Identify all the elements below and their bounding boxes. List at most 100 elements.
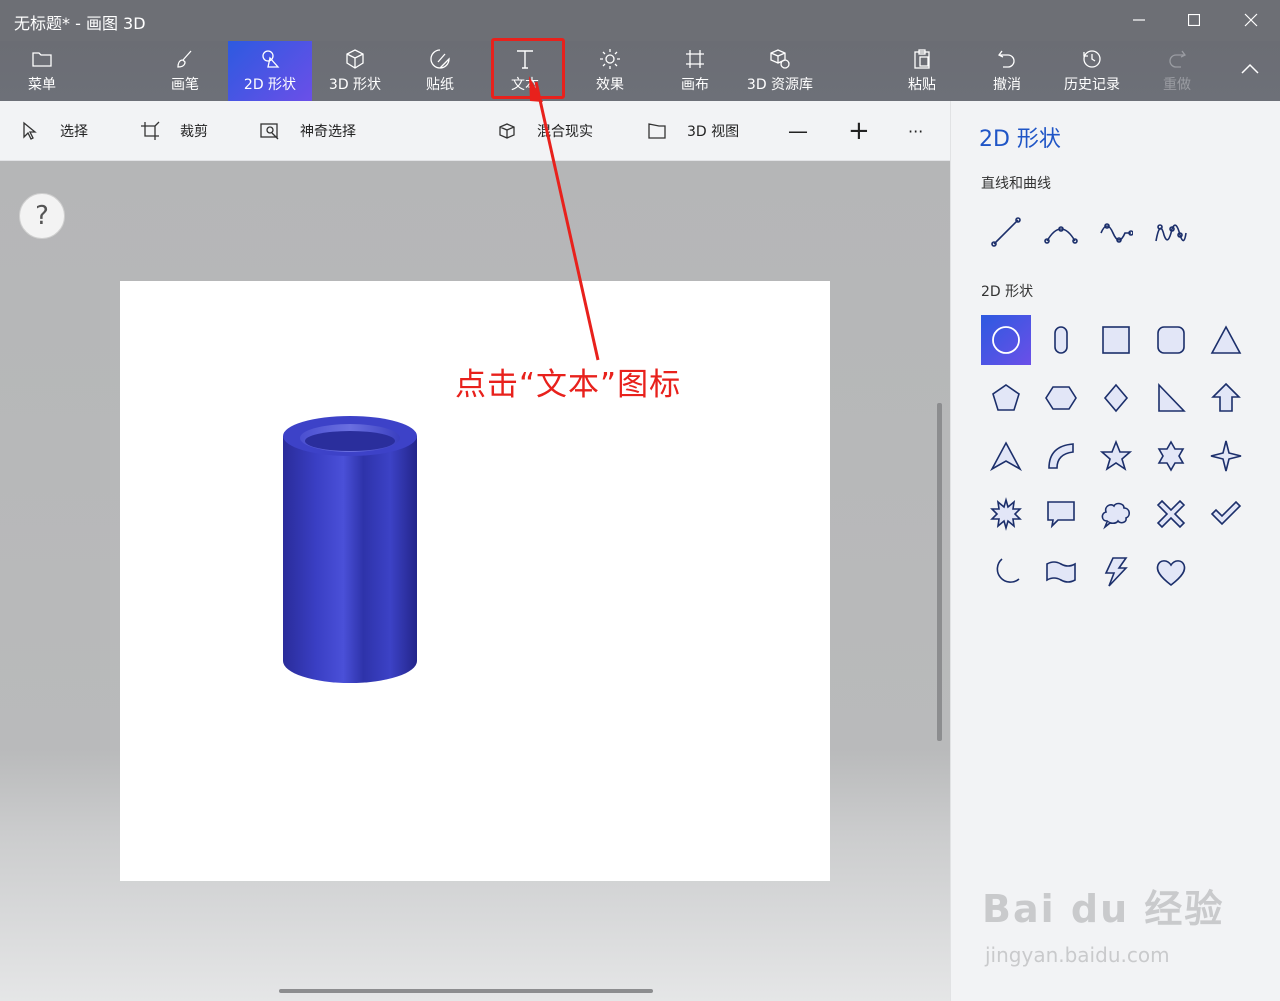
banner-icon [1046,561,1076,583]
view-3d-label: 3D 视图 [687,124,740,140]
star4-shape[interactable] [1201,431,1251,481]
arrow-up-icon [1211,382,1241,412]
toolbar-menu-label: 菜单 [28,77,56,93]
baidu-watermark: Bai du 经验 [982,887,1225,931]
sub-toolbar: 选择 裁剪 神奇选择 混合现实 3D 视图 — + ··· [0,101,950,161]
toolbar-brush-button[interactable]: 画笔 [143,41,227,101]
crop-button[interactable]: 裁剪 [140,119,208,143]
lightning-shape[interactable] [1091,547,1141,597]
view-3d-icon [648,123,666,139]
x-mark-icon [1156,499,1186,529]
heart-shape[interactable] [1146,547,1196,597]
circle-shape[interactable] [981,315,1031,365]
title-bar: 无标题* - 画图 3D [0,0,1280,41]
thought-bubble-icon [1101,502,1130,530]
toolbar-canvas-button[interactable]: 画布 [653,41,737,101]
maximize-icon [1188,14,1200,26]
star6-icon [1157,440,1185,472]
hexagon-icon [1045,386,1077,410]
quarter-circle-shape[interactable] [1036,431,1086,481]
x-mark-shape[interactable] [1146,489,1196,539]
select-button[interactable]: 选择 [20,119,88,143]
moon-shape[interactable] [981,547,1031,597]
toolbar-undo-label: 撤消 [993,77,1021,93]
speech-bubble-shape[interactable] [1036,489,1086,539]
crop-label: 裁剪 [180,124,208,140]
mixed-reality-label: 混合现实 [537,124,593,140]
banner-shape[interactable] [1036,547,1086,597]
triangle-icon [1210,325,1242,354]
more-options-button[interactable]: ··· [908,119,923,143]
horizontal-scrollbar[interactable] [279,989,653,993]
panel-title: 2D 形状 [979,127,1061,152]
window-title: 无标题* - 画图 3D [14,14,146,33]
toolbar-3d-library-button[interactable]: 3D 资源库 [738,41,822,101]
right-triangle-shape[interactable] [1146,373,1196,423]
curve-2-tool[interactable] [1091,207,1141,257]
canvas-crop-icon [686,50,704,68]
magic-select-button[interactable]: 神奇选择 [260,119,356,143]
magic-select-icon [260,123,279,140]
toolbar-3d-shapes-button[interactable]: 3D 形状 [313,41,397,101]
clipboard-icon [914,49,930,69]
mixed-reality-button[interactable]: 混合现实 [497,119,593,143]
square-shape[interactable] [1091,315,1141,365]
baidu-watermark-url: jingyan.baidu.com [985,943,1170,967]
zoom-in-button[interactable]: + [848,116,870,146]
moon-icon [996,558,1020,583]
line-tool[interactable] [981,207,1031,257]
toolbar-2d-shapes-button[interactable]: 2D 形状 [228,41,312,101]
toolbar-collapse-button[interactable] [1222,41,1278,101]
diamond-icon [1103,383,1129,413]
capsule-shape[interactable] [1036,315,1086,365]
arrowhead-icon [989,441,1023,472]
toolbar-2d-shapes-label: 2D 形状 [243,77,297,93]
burst-shape[interactable] [981,489,1031,539]
chevron-up-icon [1241,63,1259,74]
checkmark-shape[interactable] [1201,489,1251,539]
toolbar-effects-button[interactable]: 效果 [568,41,652,101]
help-button[interactable]: ? [19,193,65,239]
pentagon-shape[interactable] [981,373,1031,423]
minimize-button[interactable] [1124,8,1154,32]
text-tool-highlight [491,38,565,99]
toolbar-history-label: 历史记录 [1064,77,1120,93]
maximize-button[interactable] [1179,8,1209,32]
curve-3-icon [1155,224,1187,242]
arrowhead-shape[interactable] [981,431,1031,481]
annotation-text: 点击“文本”图标 [455,367,682,403]
toolbar-history-button[interactable]: 历史记录 [1050,41,1134,101]
toolbar-undo-button[interactable]: 撤消 [965,41,1049,101]
rounded-square-shape[interactable] [1146,315,1196,365]
zoom-out-button[interactable]: — [788,119,808,143]
diamond-shape[interactable] [1091,373,1141,423]
sun-effects-icon [600,49,620,69]
cube-icon [346,49,364,69]
undo-icon [998,50,1015,68]
toolbar-menu-button[interactable]: 菜单 [0,41,84,101]
history-icon [1083,50,1101,68]
curve-2-icon [1100,223,1133,243]
vertical-scrollbar[interactable] [937,403,942,741]
star5-icon [1099,439,1133,471]
toolbar-brush-label: 画笔 [171,77,199,93]
hexagon-shape[interactable] [1036,373,1086,423]
toolbar-paste-button[interactable]: 粘贴 [880,41,964,101]
star6-shape[interactable] [1146,431,1196,481]
square-icon [1102,326,1130,354]
triangle-shape[interactable] [1201,315,1251,365]
pentagon-icon [992,384,1020,411]
curve-tool[interactable] [1036,207,1086,257]
arrow-up-shape[interactable] [1201,373,1251,423]
thought-bubble-shape[interactable] [1091,489,1141,539]
toolbar-sticker-button[interactable]: 贴纸 [398,41,482,101]
curve-3-tool[interactable] [1146,207,1196,257]
sticker-icon [430,49,450,69]
star5-shape[interactable] [1091,431,1141,481]
close-icon [1244,13,1258,27]
view-3d-button[interactable]: 3D 视图 [647,119,739,143]
quarter-circle-icon [1048,443,1074,469]
toolbar-redo-button[interactable]: 重做 [1135,41,1219,101]
close-button[interactable] [1236,8,1266,32]
main-toolbar: 菜单 画笔 2D 形状 3D 形状 贴纸 文本 效果 画布 3D 资源库 粘贴 … [0,41,1280,101]
